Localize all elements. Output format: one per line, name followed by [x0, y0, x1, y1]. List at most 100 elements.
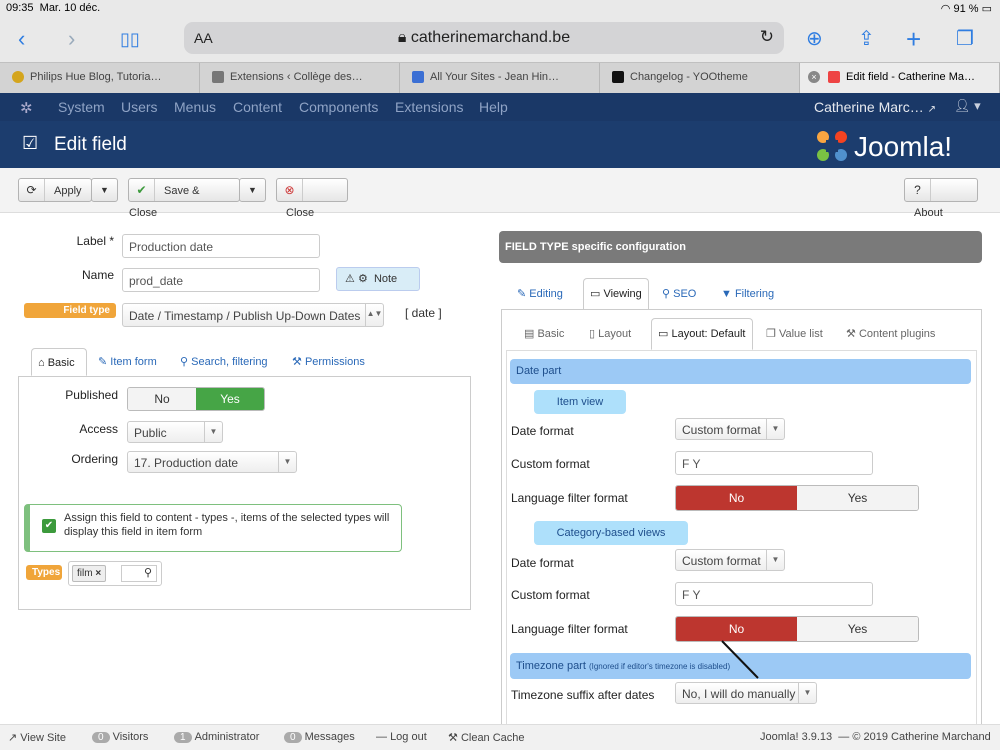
- question-icon: ?: [905, 179, 931, 201]
- date-format-select[interactable]: Custom format ▼: [675, 549, 785, 571]
- about-button[interactable]: ?About: [904, 178, 978, 219]
- date-format-label: Date format: [511, 424, 574, 438]
- view-site-link[interactable]: ↗ View Site: [8, 731, 66, 744]
- field-type-config-header: FIELD TYPE specific configuration: [499, 231, 982, 263]
- label-input[interactable]: Production date: [122, 234, 320, 258]
- checkbox-checked-icon[interactable]: ✔: [42, 519, 56, 533]
- address-bar[interactable]: AA 🔒︎ catherinemarchand.be ↻: [184, 22, 784, 54]
- menu-extensions[interactable]: Extensions: [395, 99, 463, 115]
- remove-tag-icon[interactable]: ×: [95, 568, 101, 579]
- menu-menus[interactable]: Menus: [174, 99, 216, 115]
- save-close-button[interactable]: ✔ Save & Close: [128, 178, 240, 219]
- minus-icon: —: [376, 731, 387, 743]
- reload-icon[interactable]: ↻: [760, 27, 774, 47]
- published-toggle[interactable]: No Yes: [127, 387, 265, 411]
- back-icon[interactable]: ‹: [18, 26, 25, 52]
- custom-format-label: Custom format: [511, 457, 590, 471]
- tab-editing[interactable]: ✎ Editing: [517, 280, 563, 308]
- bookmarks-icon[interactable]: ▯▯: [120, 26, 140, 52]
- menu-system[interactable]: System: [58, 99, 105, 115]
- custom-format-input[interactable]: F Y: [675, 582, 873, 606]
- subtab-layout[interactable]: ▯ Layout: [589, 320, 631, 348]
- tab-search-filtering[interactable]: ⚲ Search, filtering: [180, 348, 268, 376]
- tab-viewing[interactable]: ▭ Viewing: [583, 278, 649, 310]
- download-icon[interactable]: ⊕: [806, 26, 823, 52]
- subtab-content-plugins[interactable]: ⚒ Content plugins: [846, 320, 935, 348]
- new-tab-icon[interactable]: +: [906, 26, 921, 52]
- monitor-icon: ▭: [658, 328, 669, 340]
- access-label: Access: [79, 422, 118, 436]
- user-icon[interactable]: 👤︎ ▾: [954, 98, 981, 114]
- types-tag-input[interactable]: film × ⚲: [68, 561, 162, 586]
- page-title: Edit field: [54, 134, 127, 155]
- language-filter-toggle[interactable]: No Yes: [675, 616, 919, 642]
- date-format-label: Date format: [511, 556, 574, 570]
- tab-item-form[interactable]: ✎ Item form: [98, 348, 157, 376]
- joomla-icon[interactable]: ✲: [20, 99, 33, 117]
- ordering-label: Ordering: [71, 452, 118, 466]
- browser-tab[interactable]: Changelog - YOOtheme: [600, 63, 800, 93]
- logout-link[interactable]: — Log out: [376, 731, 427, 743]
- search-icon[interactable]: ⚲: [121, 565, 157, 582]
- apply-dropdown-button[interactable]: ▼: [91, 178, 118, 202]
- lang-filter-yes[interactable]: Yes: [797, 617, 918, 641]
- close-tab-icon[interactable]: ×: [808, 71, 820, 83]
- document-icon: ▯: [589, 328, 596, 340]
- user-menu[interactable]: Catherine Marc… ↗: [814, 99, 936, 115]
- date-format-select[interactable]: Custom format ▼: [675, 418, 785, 440]
- ordering-select[interactable]: 17. Production date ▼: [127, 451, 297, 473]
- gavel-icon: ⚒: [292, 356, 302, 368]
- subtab-layout-default[interactable]: ▭ Layout: Default: [651, 318, 753, 350]
- browser-tab[interactable]: Philips Hue Blog, Tutoria…: [0, 63, 200, 93]
- types-label: Types: [26, 565, 62, 580]
- timezone-note: (Ignored if editor's timezone is disable…: [588, 662, 731, 671]
- language-filter-toggle[interactable]: No Yes: [675, 485, 919, 511]
- access-select[interactable]: Public ▼: [127, 421, 223, 443]
- close-button[interactable]: ⊗Close: [276, 178, 348, 219]
- menu-content[interactable]: Content: [233, 99, 282, 115]
- menu-help[interactable]: Help: [479, 99, 508, 115]
- browser-tabs: Philips Hue Blog, Tutoria… Extensions ‹ …: [0, 62, 1000, 93]
- chevron-down-icon: ▼: [204, 422, 222, 442]
- custom-format-label: Custom format: [511, 588, 590, 602]
- browser-tab[interactable]: Extensions ‹ Collège des…: [200, 63, 400, 93]
- lang-filter-yes[interactable]: Yes: [797, 486, 918, 510]
- type-tag: film ×: [72, 565, 107, 582]
- clean-cache-link[interactable]: ⚒ Clean Cache: [448, 731, 525, 744]
- note-badge[interactable]: ⚠ ⚙ Note: [336, 267, 420, 291]
- published-label: Published: [65, 388, 118, 402]
- site-icon: [412, 71, 424, 83]
- tab-seo[interactable]: ⚲ SEO: [662, 280, 696, 308]
- administrator-link[interactable]: 1 Administrator: [174, 731, 259, 743]
- tab-filtering[interactable]: ▼ Filtering: [721, 280, 774, 308]
- lang-filter-no[interactable]: No: [676, 486, 797, 510]
- browser-tab[interactable]: All Your Sites - Jean Hin…: [400, 63, 600, 93]
- menu-components[interactable]: Components: [299, 99, 378, 115]
- tz-suffix-select[interactable]: No, I will do manually ▼: [675, 682, 817, 704]
- clipboard-check-icon: ☑: [22, 133, 39, 153]
- field-type-select[interactable]: Date / Timestamp / Publish Up-Down Dates…: [122, 303, 384, 327]
- plugin-icon: ⚒: [846, 328, 856, 340]
- published-no[interactable]: No: [128, 388, 196, 410]
- forward-icon[interactable]: ›: [68, 26, 75, 52]
- joomla-admin-menu: ✲ System Users Menus Content Components …: [0, 93, 1000, 121]
- custom-format-input[interactable]: F Y: [675, 451, 873, 475]
- subtab-basic[interactable]: ▤ Basic: [524, 320, 564, 348]
- messages-link[interactable]: 0 Messages: [284, 731, 355, 743]
- apply-button[interactable]: ⟳ Apply: [18, 178, 92, 202]
- tabs-overview-icon[interactable]: ❐: [956, 26, 974, 52]
- label-label: Label *: [76, 234, 114, 248]
- published-yes[interactable]: Yes: [196, 388, 264, 410]
- tab-basic[interactable]: ⌂ Basic: [31, 348, 87, 376]
- cancel-icon: ⊗: [277, 179, 303, 201]
- menu-users[interactable]: Users: [121, 99, 158, 115]
- share-icon[interactable]: ⇪: [858, 26, 875, 52]
- name-input[interactable]: prod_date: [122, 268, 320, 292]
- browser-tab-active[interactable]: × Edit field - Catherine Ma…: [800, 63, 1000, 93]
- tab-permissions[interactable]: ⚒ Permissions: [292, 348, 365, 376]
- wordpress-icon: [212, 71, 224, 83]
- save-dropdown-button[interactable]: ▼: [239, 178, 266, 202]
- chevron-down-icon: ▼: [766, 550, 784, 570]
- visitors-link[interactable]: 0 Visitors: [92, 731, 148, 743]
- subtab-value-list[interactable]: ❐ Value list: [766, 320, 823, 348]
